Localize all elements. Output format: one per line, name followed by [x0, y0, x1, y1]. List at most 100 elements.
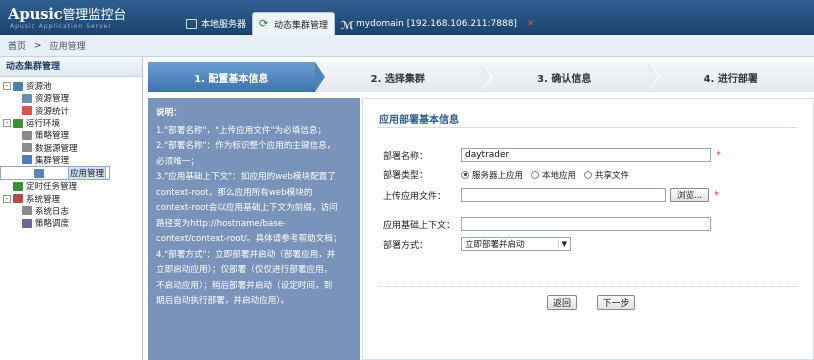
refresh-icon: ⟳: [259, 17, 269, 30]
sidebar-item[interactable]: 资源管理: [0, 92, 142, 104]
top-tabs: 本地服务器 ⟳ 动态集群管理 ℳ mydomain [192.168.106.2…: [180, 12, 541, 35]
collapse-toggle-icon[interactable]: -: [3, 119, 11, 128]
tab-mydomain[interactable]: ℳ mydomain [192.168.106.211:7888] ✕: [335, 12, 540, 35]
radio-button[interactable]: [584, 170, 593, 179]
sidebar-item-label: 应用管理: [67, 166, 106, 181]
step-select-cluster: 2. 选择集群: [314, 62, 493, 92]
type-label: 部署类型：: [383, 171, 429, 181]
radio-server-app[interactable]: 服务器上应用: [461, 169, 523, 181]
radio-label: 共享文件: [595, 170, 630, 181]
back-button[interactable]: 返回: [547, 295, 577, 310]
breadcrumb-current: 应用管理: [49, 42, 86, 52]
sidebar-item-label: 策略调度: [35, 219, 70, 230]
tree-node-icon: [13, 118, 23, 128]
note-line: 期后自动执行部署，并启动应用）。: [156, 296, 290, 306]
breadcrumb: 首页 > 应用管理: [0, 35, 814, 57]
mode-row: 部署方式： 立即部署并启动 ▼: [383, 237, 571, 251]
sidebar-item[interactable]: 策略管理: [0, 129, 142, 141]
sidebar-item-label: 系统日志: [35, 206, 70, 217]
tree-node-icon: [13, 194, 23, 204]
note-line: 立即启动应用）；仅部署（仅仅进行部署应用，: [156, 265, 333, 275]
close-icon[interactable]: ✕: [527, 19, 535, 29]
base-context-input[interactable]: [461, 217, 711, 231]
sidebar-item[interactable]: 资源统计: [0, 105, 142, 117]
radio-button[interactable]: [531, 170, 540, 179]
sidebar-item-label: 定时任务管理: [26, 182, 78, 193]
sidebar-item[interactable]: 系统日志: [0, 205, 142, 217]
tab-label: 动态集群管理: [274, 20, 329, 31]
sidebar: 动态集群管理 - 资源池 资源管理 资源统计 - 运行环境 策略管理 数据源管理 集群管理 应用管…: [0, 57, 143, 360]
sidebar-item-label: 集群管理: [35, 155, 70, 166]
tree-node-icon: [22, 130, 32, 140]
app-logo: Apusic管理监控台: [8, 4, 126, 23]
sidebar-item-label: 资源池: [26, 82, 52, 93]
sidebar-item-label: 系统管理: [26, 194, 61, 205]
deploy-name-input[interactable]: [461, 148, 711, 162]
deploy-mode-select[interactable]: 立即部署并启动 ▼: [461, 237, 571, 251]
browse-button[interactable]: 浏览...: [670, 188, 710, 202]
note-line: 3."应用基础上下文"：如应用的web模块配置了: [156, 172, 336, 182]
tab-label: mydomain [192.168.106.211:7888]: [356, 18, 517, 29]
upload-row: 上传应用文件： 浏览... *: [383, 188, 719, 202]
monitor-icon: [186, 18, 197, 29]
sidebar-item-label: 策略管理: [35, 131, 70, 142]
required-mark: *: [716, 149, 721, 161]
radio-label: 本地应用: [542, 170, 577, 181]
tab-local-server[interactable]: 本地服务器: [180, 12, 252, 35]
sidebar-item-label: 资源统计: [35, 106, 70, 117]
breadcrumb-separator: >: [34, 40, 42, 51]
note-line: context-root会以应用基础上下文为前缀，访问: [156, 203, 338, 213]
upload-label: 上传应用文件：: [383, 191, 447, 202]
radio-button[interactable]: [461, 170, 469, 179]
form-footer-divider: [377, 286, 797, 287]
context-label: 应用基础上下文：: [383, 220, 456, 231]
step-label: 3. 确认信息: [537, 73, 592, 85]
sidebar-item[interactable]: 定时任务管理: [0, 180, 142, 192]
tree-node-icon: [22, 206, 32, 216]
note-line: context/context-root/。具体请参考帮助文档；: [156, 234, 342, 244]
step-label: 2. 选择集群: [370, 73, 425, 85]
sidebar-item[interactable]: 应用管理: [0, 166, 110, 181]
sidebar-item[interactable]: - 系统管理: [0, 192, 142, 205]
upload-file-input[interactable]: [461, 188, 666, 202]
sidebar-item-label: 数据源管理: [35, 143, 78, 154]
radio-shared-file[interactable]: 共享文件: [584, 169, 629, 181]
sidebar-item-label: 资源管理: [35, 94, 70, 105]
sidebar-item[interactable]: - 资源池: [0, 80, 142, 92]
note-title: 说明：: [156, 108, 182, 118]
sidebar-item[interactable]: 数据源管理: [0, 141, 142, 154]
step-confirm: 3. 确认信息: [481, 62, 660, 92]
tab-dynamic-cluster[interactable]: ⟳ 动态集群管理: [252, 12, 336, 35]
top-bar: Apusic管理监控台 Apusic Application Server 本地…: [0, 0, 814, 35]
tree-node-icon: [34, 168, 45, 178]
chevron-down-icon: ▼: [557, 240, 567, 248]
tree-node-icon: [22, 155, 32, 165]
tree-node-icon: [13, 81, 23, 91]
sidebar-item[interactable]: - 运行环境: [0, 117, 142, 129]
wizard-steps: 1. 配置基本信息 2. 选择集群 3. 确认信息 4. 进行部署: [148, 62, 814, 92]
name-label: 部署名称：: [383, 151, 429, 162]
logo-title: 管理监控台: [62, 8, 127, 23]
next-button[interactable]: 下一步: [597, 295, 635, 310]
name-row: 部署名称： *: [383, 148, 721, 162]
collapse-toggle-icon[interactable]: -: [3, 82, 11, 91]
sidebar-item[interactable]: 集群管理: [0, 154, 142, 166]
deploy-mode-value: 立即部署并启动: [465, 240, 525, 250]
deploy-form: 应用部署基本信息 部署名称： * 部署类型： 服务器上应用 本地应用 共享文件 …: [362, 98, 814, 360]
note-line: 2."部署名称"：作为标识整个应用的主键信息，: [156, 141, 336, 151]
sidebar-item[interactable]: 策略调度: [0, 217, 142, 229]
note-line: context-root，那么应用所有web模块的: [156, 187, 313, 198]
step-label: 1. 配置基本信息: [194, 73, 269, 85]
context-row: 应用基础上下文：: [383, 217, 711, 231]
collapse-toggle-icon[interactable]: -: [3, 194, 11, 203]
tree-node-icon: [22, 93, 32, 103]
note-body: 1."部署名称"，"上传应用文件"为必填信息； 2."部署名称"：作为标识整个应用…: [156, 124, 352, 310]
main-content: 1. 配置基本信息 2. 选择集群 3. 确认信息 4. 进行部署 说明： 1.…: [148, 62, 814, 360]
tab-label: 本地服务器: [201, 20, 247, 30]
tree-node-icon: [22, 218, 32, 228]
domain-icon: ℳ: [341, 18, 355, 32]
breadcrumb-home[interactable]: 首页: [8, 39, 26, 52]
radio-local-app[interactable]: 本地应用: [531, 169, 576, 181]
note-line: 4."部署方式"：立即部署并启动（部署应用，并: [156, 249, 336, 260]
note-line: 1."部署名称"，"上传应用文件"为必填信息；: [156, 125, 327, 136]
